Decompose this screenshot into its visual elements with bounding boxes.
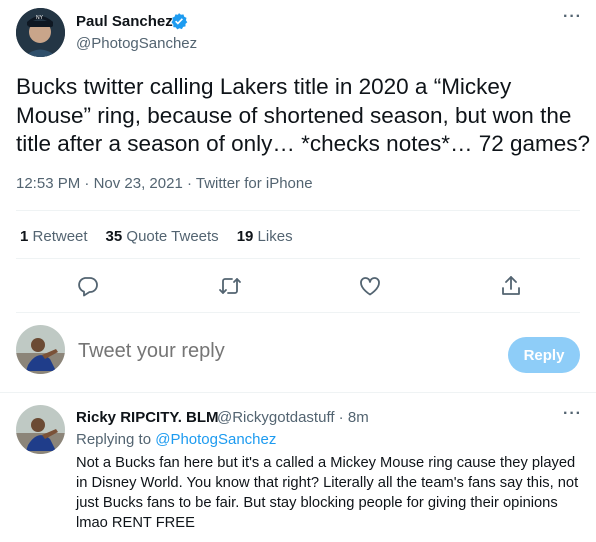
reply-author-meta: @Rickygotdastuff · 8m <box>217 409 369 426</box>
replying-prefix: Replying to <box>76 431 152 448</box>
share-icon[interactable] <box>499 274 523 298</box>
quote-label: Quote Tweets <box>126 228 219 245</box>
reply-text: Not a Bucks fan here but it's a called a… <box>76 455 579 531</box>
divider <box>16 258 580 259</box>
author-avatar[interactable]: NY <box>16 8 65 57</box>
meta-separator: · <box>182 175 196 192</box>
replying-to-link[interactable]: @PhotogSanchez <box>155 431 276 448</box>
likes-stat[interactable]: 19 Likes <box>237 228 293 245</box>
reply-time[interactable]: 8m <box>348 409 369 426</box>
reply-input[interactable] <box>78 340 478 363</box>
divider <box>16 210 580 211</box>
more-options-icon[interactable]: ··· <box>563 8 582 26</box>
likes-count: 19 <box>236 228 254 245</box>
retweet-count: 1 <box>20 228 29 245</box>
meta-separator: · <box>80 175 94 192</box>
quote-stat[interactable]: 35 Quote Tweets <box>106 228 219 245</box>
reply-button[interactable]: Reply <box>508 337 580 373</box>
reply-author-name[interactable]: Ricky RIPCITY. BLM <box>76 409 219 426</box>
author-handle[interactable]: @PhotogSanchez <box>76 35 197 52</box>
reply-more-options-icon[interactable]: ··· <box>563 405 582 423</box>
tweet-metadata: 12:53 PM · Nov 23, 2021 · Twitter for iP… <box>16 175 313 192</box>
reply-icon[interactable] <box>76 274 100 298</box>
divider <box>16 312 580 313</box>
svg-text:NY: NY <box>36 15 44 21</box>
replying-to: Replying to @PhotogSanchez <box>76 431 276 448</box>
tweet-source[interactable]: Twitter for iPhone <box>196 175 313 192</box>
verified-badge-icon <box>170 12 188 35</box>
divider <box>0 392 596 393</box>
reply-author-avatar[interactable] <box>16 405 65 454</box>
tweet-stats: 1 Retweet 35 Quote Tweets 19 Likes <box>20 228 293 245</box>
retweet-stat[interactable]: 1 Retweet <box>20 228 88 245</box>
author-name[interactable]: Paul Sanchez <box>76 13 173 30</box>
tweet-date[interactable]: Nov 23, 2021 <box>94 175 183 192</box>
tweet-text: Bucks twitter calling Lakers title in 20… <box>16 74 591 156</box>
retweet-icon[interactable] <box>218 274 242 298</box>
like-icon[interactable] <box>358 274 382 298</box>
current-user-avatar[interactable] <box>16 325 65 374</box>
tweet-actions <box>0 274 596 298</box>
quote-count: 35 <box>105 228 123 245</box>
tweet-time[interactable]: 12:53 PM <box>16 175 80 192</box>
retweet-label: Retweet <box>32 228 88 245</box>
likes-label: Likes <box>257 228 293 245</box>
reply-author-handle[interactable]: @Rickygotdastuff <box>217 409 335 426</box>
